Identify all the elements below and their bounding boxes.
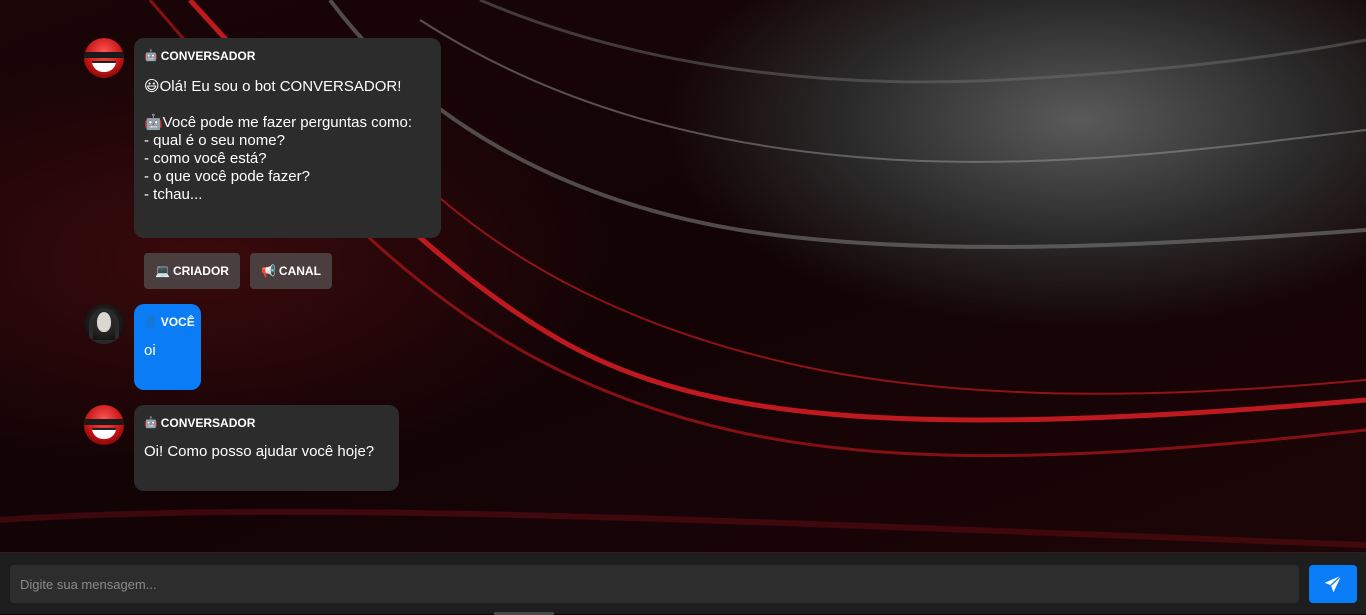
- bot-avatar: [84, 38, 124, 78]
- canal-button[interactable]: 📢 CANAL: [249, 253, 332, 289]
- message-text: Oi! Como posso ajudar você hoje?: [144, 443, 375, 460]
- user-icon: 👤: [144, 316, 158, 328]
- bot-message: 🤖 CONVERSADOR 😃Olá! Eu sou o bot CONVERS…: [84, 38, 441, 238]
- robot-icon: 🤖: [144, 50, 158, 62]
- sender-name: 🤖 CONVERSADOR: [144, 416, 256, 430]
- bot-message: 🤖 CONVERSADOR Oi! Como posso ajudar você…: [84, 405, 399, 491]
- laptop-icon: 💻: [155, 264, 170, 278]
- user-avatar: [84, 304, 124, 344]
- message-bubble: 🤖 CONVERSADOR 😃Olá! Eu sou o bot CONVERS…: [134, 38, 441, 238]
- paper-plane-icon: [1324, 575, 1342, 593]
- message-text: oi: [144, 342, 156, 359]
- composer-bar: [0, 552, 1366, 615]
- message-input[interactable]: [10, 565, 1299, 603]
- sender-name: 👤 VOCÊ: [144, 315, 195, 329]
- robot-icon: 🤖: [144, 417, 158, 429]
- megaphone-icon: 📢: [260, 264, 276, 278]
- bot-avatar: [84, 405, 124, 445]
- message-bubble: 🤖 CONVERSADOR Oi! Como posso ajudar você…: [134, 405, 399, 491]
- quick-actions: 💻 CRIADOR 📢 CANAL: [144, 253, 332, 289]
- sender-name: 🤖 CONVERSADOR: [144, 49, 256, 63]
- send-button[interactable]: [1309, 565, 1357, 603]
- message-text: 😃Olá! Eu sou o bot CONVERSADOR! 🤖Você po…: [144, 78, 412, 203]
- chat-area: 🤖 CONVERSADOR 😃Olá! Eu sou o bot CONVERS…: [0, 0, 1366, 552]
- user-message: 👤 VOCÊ oi: [84, 304, 201, 390]
- message-bubble: 👤 VOCÊ oi: [134, 304, 201, 390]
- criador-button[interactable]: 💻 CRIADOR: [144, 253, 240, 289]
